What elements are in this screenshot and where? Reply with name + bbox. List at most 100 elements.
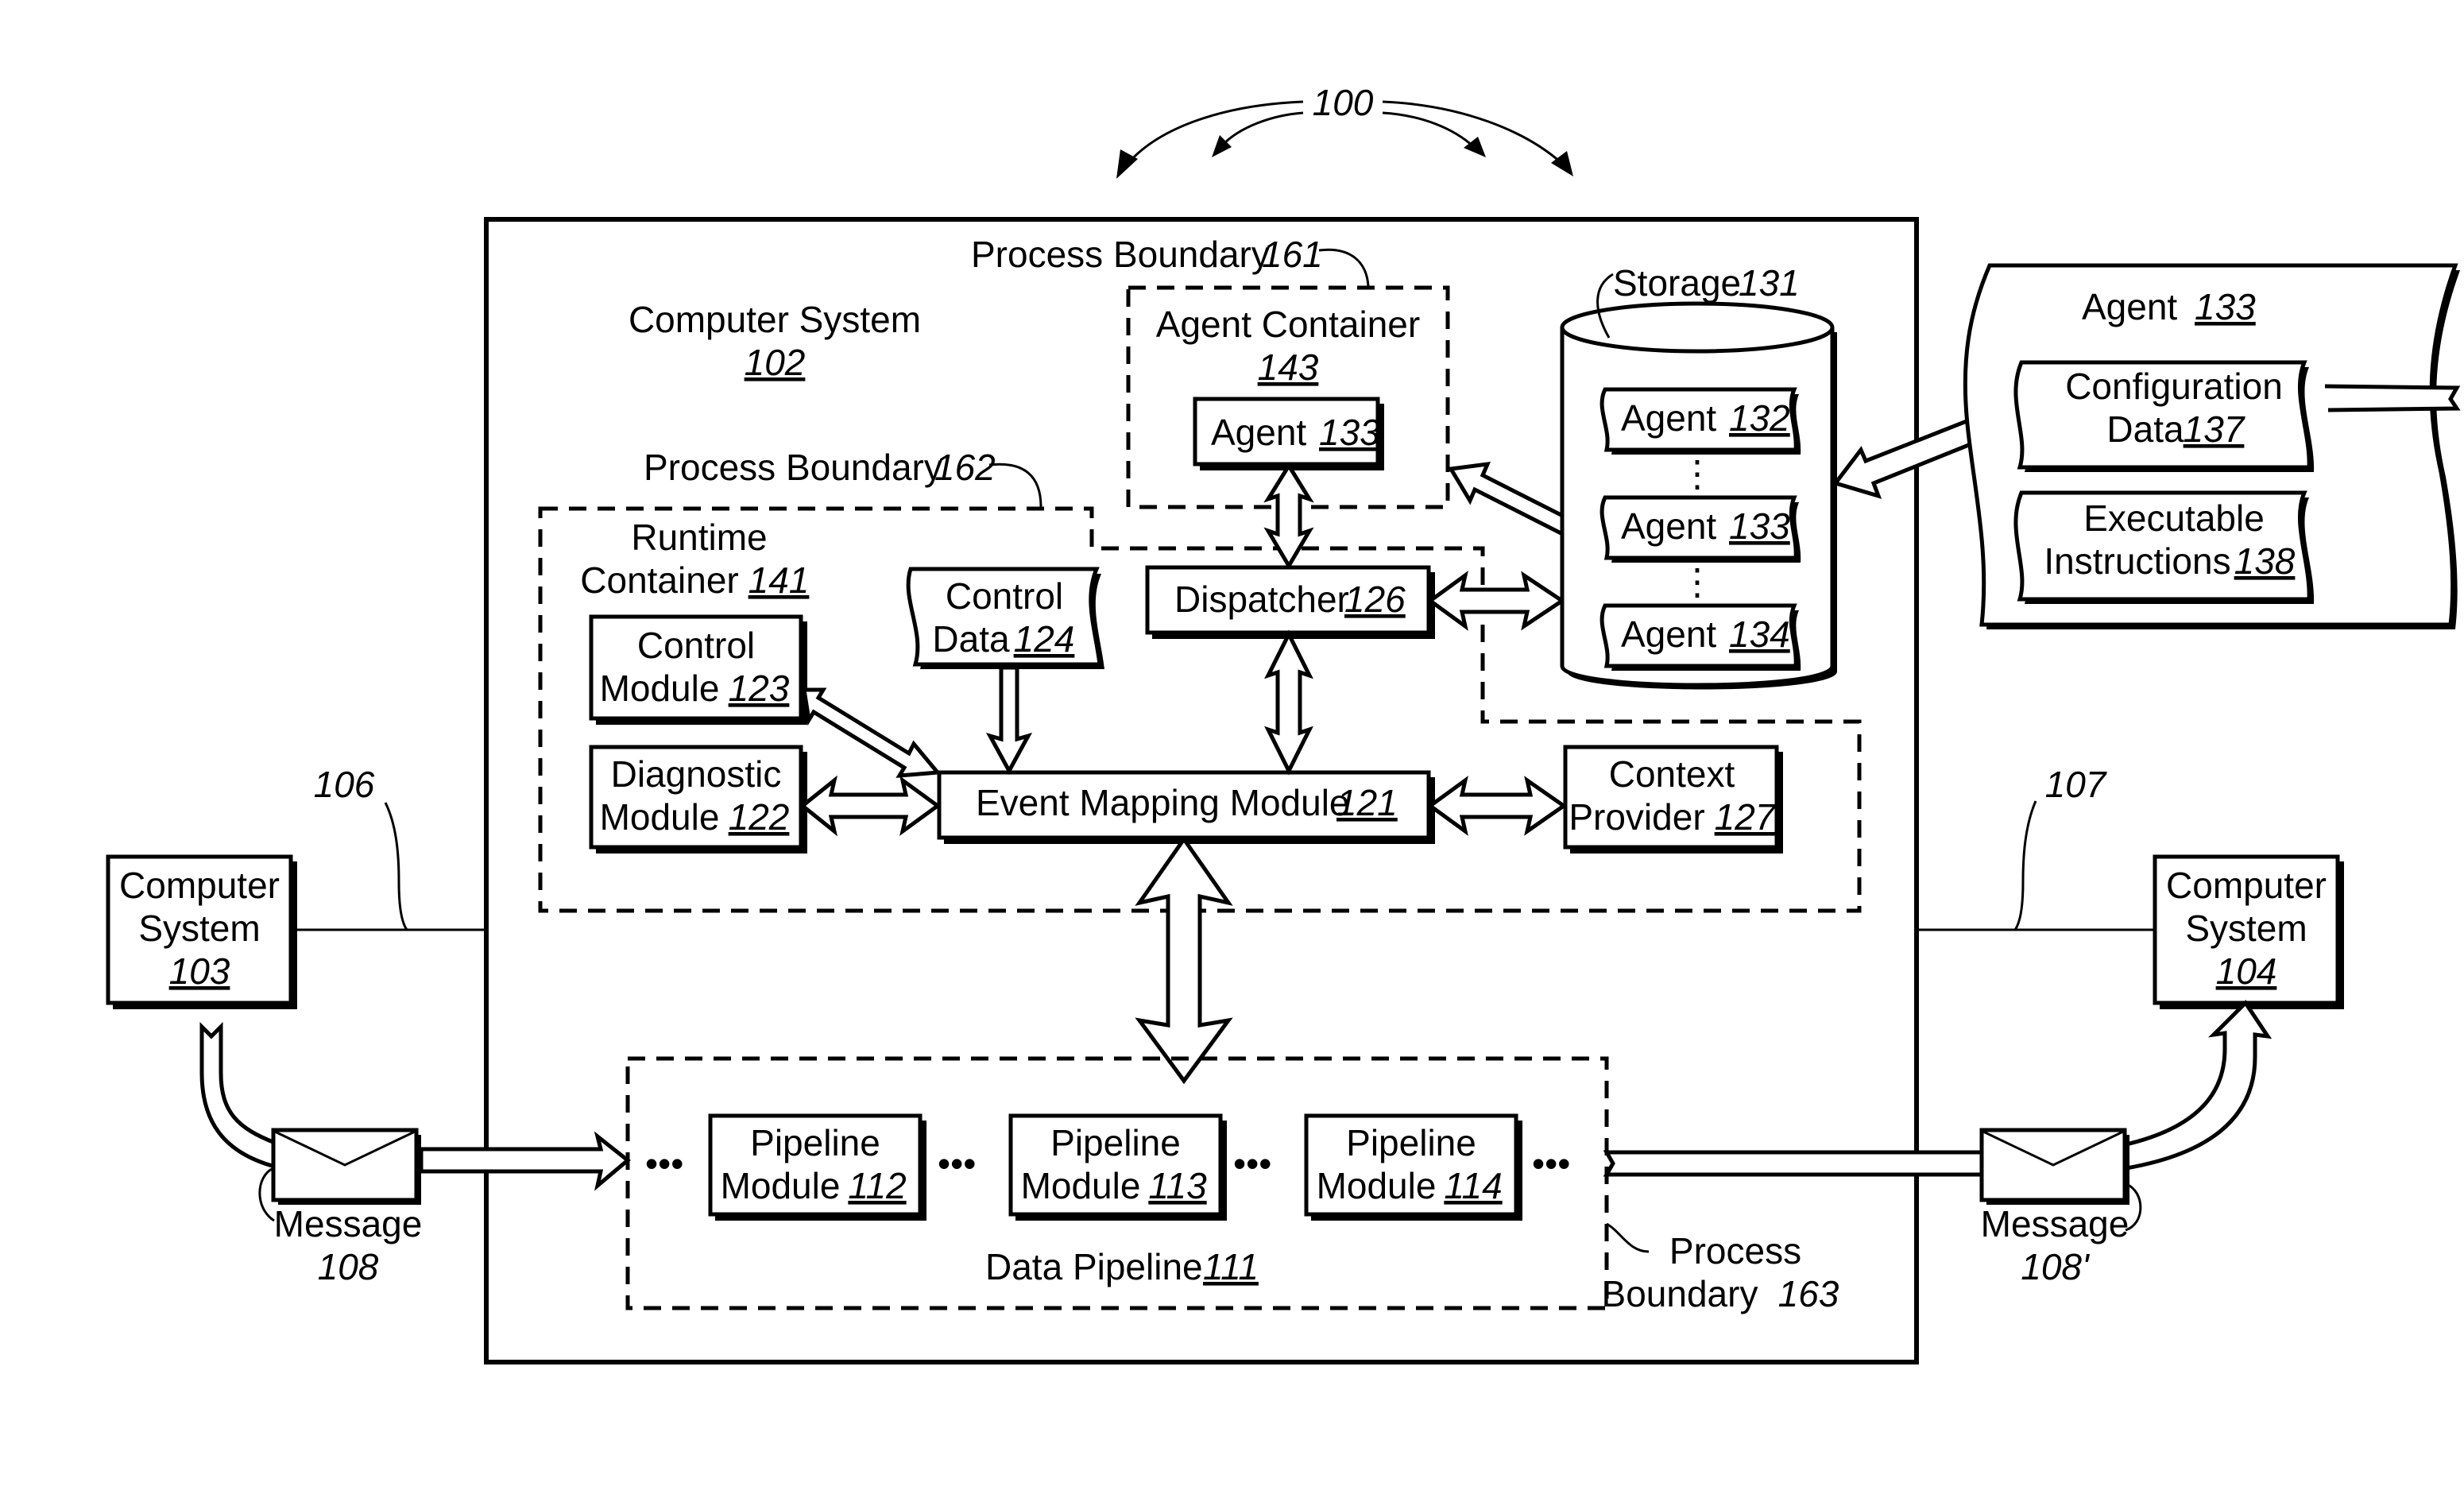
patent-diagram: 100 106 107 Computer System 102 Process …: [106, 82, 2461, 1364]
computer-system-102-name: Computer System: [629, 299, 921, 340]
svg-text:Pipeline: Pipeline: [1346, 1122, 1476, 1163]
svg-text:Computer: Computer: [119, 865, 280, 906]
svg-text:Data: Data: [2106, 408, 2184, 450]
svg-text:Module: Module: [600, 668, 720, 709]
message-108-prime-name: Message: [1981, 1203, 2129, 1244]
storage-agent-134: Agent 134: [1599, 603, 1801, 671]
agent-doc-ref: 133: [2195, 286, 2256, 327]
ellipsis-icon: ⋮: [1679, 561, 1716, 602]
figure-arc-arrow-4: [1382, 100, 1562, 165]
data-pipeline-ref: 111: [1203, 1246, 1259, 1287]
context-provider-127: Context Provider 127: [1563, 745, 1783, 854]
diagnostic-module-122: Diagnostic Module 122: [589, 745, 807, 854]
storage-ref: 131: [1739, 262, 1800, 304]
computer-system-103: Computer System 103: [106, 854, 297, 1009]
event-mapping-module-121: Event Mapping Module 121: [937, 770, 1435, 844]
svg-text:137: 137: [2184, 408, 2245, 450]
svg-text:Module: Module: [600, 796, 720, 838]
configuration-data-137: Configuration Data 137: [2013, 360, 2315, 472]
svg-text:Agent: Agent: [1621, 614, 1716, 655]
svg-text:System: System: [2185, 908, 2307, 949]
runtime-container-line2: Container: [580, 559, 738, 601]
svg-text:Instructions: Instructions: [2044, 540, 2230, 582]
process-boundary-162-name: Process Boundary: [644, 447, 942, 488]
pipeline-ellipsis-icon: •••: [938, 1143, 976, 1184]
svg-text:Computer: Computer: [2166, 865, 2327, 906]
svg-text:132: 132: [1729, 397, 1790, 439]
svg-text:Pipeline: Pipeline: [1050, 1122, 1181, 1163]
svg-text:123: 123: [729, 668, 790, 709]
svg-text:Agent: Agent: [1621, 397, 1716, 439]
svg-text:Module: Module: [1021, 1165, 1141, 1206]
svg-text:Process: Process: [1669, 1230, 1801, 1272]
svg-text:Module: Module: [1317, 1165, 1437, 1206]
svg-text:127: 127: [1715, 796, 1777, 838]
svg-text:104: 104: [2216, 950, 2277, 992]
svg-text:124: 124: [1014, 618, 1075, 660]
pipeline-module-114: Pipeline Module 114: [1304, 1113, 1522, 1221]
svg-text:Context: Context: [1609, 753, 1735, 795]
control-module-123: Control Module 123: [589, 614, 807, 725]
computer-system-104: Computer System 104: [2153, 854, 2344, 1009]
network-107-label: 107: [2045, 764, 2107, 805]
svg-text:Control: Control: [946, 575, 1063, 617]
network-106: 106: [292, 764, 486, 931]
arrow-pipeline-to-message: [1603, 1150, 1984, 1177]
svg-text:Data: Data: [932, 618, 1010, 660]
arrowhead-icon: [1551, 151, 1573, 176]
pipeline-ellipsis-icon: •••: [1233, 1143, 1271, 1184]
figure-arc-arrow-3: [1382, 111, 1476, 149]
svg-text:112: 112: [848, 1165, 906, 1206]
svg-text:Diagnostic: Diagnostic: [611, 753, 782, 795]
computer-system-102-ref: 102: [745, 342, 806, 383]
svg-text:System: System: [138, 908, 260, 949]
storage-agent-133: Agent 133: [1599, 495, 1801, 563]
message-108-ref: 108: [318, 1246, 379, 1287]
arrowhead-icon: [1116, 149, 1138, 179]
svg-text:133: 133: [1319, 412, 1380, 453]
storage-agent-132: Agent 132: [1599, 387, 1801, 455]
agent-133-in-container: Agent 133: [1193, 397, 1384, 470]
agent-doc-name: Agent: [2082, 286, 2177, 327]
svg-text:Configuration: Configuration: [2065, 366, 2283, 407]
svg-text:Pipeline: Pipeline: [750, 1122, 880, 1163]
pipeline-module-112: Pipeline Module 112: [708, 1113, 926, 1221]
svg-text:Agent: Agent: [1621, 505, 1716, 547]
svg-text:134: 134: [1729, 614, 1790, 655]
storage-name: Storage: [1613, 262, 1741, 304]
arrow-message-to-cs104: [2124, 1000, 2273, 1171]
agent-doc-tail-arrow: [2324, 384, 2461, 412]
process-boundary-161-name: Process Boundary: [971, 234, 1270, 275]
svg-text:121: 121: [1336, 782, 1398, 823]
agent-133-document: Agent 133 Configuration Data 137 Executa…: [1963, 263, 2461, 629]
message-108-prime-ref: 108': [2021, 1246, 2091, 1287]
dispatcher-126: Dispatcher 126: [1145, 565, 1435, 639]
svg-text:Dispatcher: Dispatcher: [1174, 579, 1349, 620]
control-data-124: Control Data 124: [906, 567, 1104, 669]
svg-text:138: 138: [2234, 540, 2296, 582]
executable-instructions-138: Executable Instructions 138: [2013, 490, 2315, 604]
svg-text:Executable: Executable: [2083, 497, 2265, 539]
svg-text:Module: Module: [721, 1165, 841, 1206]
process-boundary-161-ref: 161: [1262, 234, 1323, 275]
pipeline-module-113: Pipeline Module 113: [1008, 1113, 1227, 1221]
svg-text:Control: Control: [637, 625, 755, 666]
envelope-icon: [271, 1128, 421, 1205]
svg-text:Event Mapping Module: Event Mapping Module: [976, 782, 1350, 823]
runtime-container-ref: 141: [748, 559, 810, 601]
agent-container-name: Agent Container: [1156, 304, 1420, 345]
svg-text:113: 113: [1148, 1165, 1207, 1206]
pipeline-ellipsis-icon: •••: [1532, 1143, 1570, 1184]
svg-text:133: 133: [1729, 505, 1790, 547]
svg-text:163: 163: [1778, 1273, 1839, 1314]
figure-ref-100: 100: [1116, 82, 1573, 179]
svg-text:103: 103: [169, 950, 230, 992]
svg-text:114: 114: [1444, 1165, 1502, 1206]
storage-131: Storage 131 Agent 132 ⋮ Agent 133 ⋮ Agen…: [1560, 262, 1837, 690]
agent-container-ref: 143: [1258, 346, 1319, 388]
network-106-label: 106: [314, 764, 375, 805]
svg-text:122: 122: [729, 796, 790, 838]
figure-arc-arrow-2: [1220, 111, 1304, 147]
svg-text:Boundary: Boundary: [1602, 1273, 1758, 1314]
process-boundary-162-ref: 162: [934, 447, 996, 488]
